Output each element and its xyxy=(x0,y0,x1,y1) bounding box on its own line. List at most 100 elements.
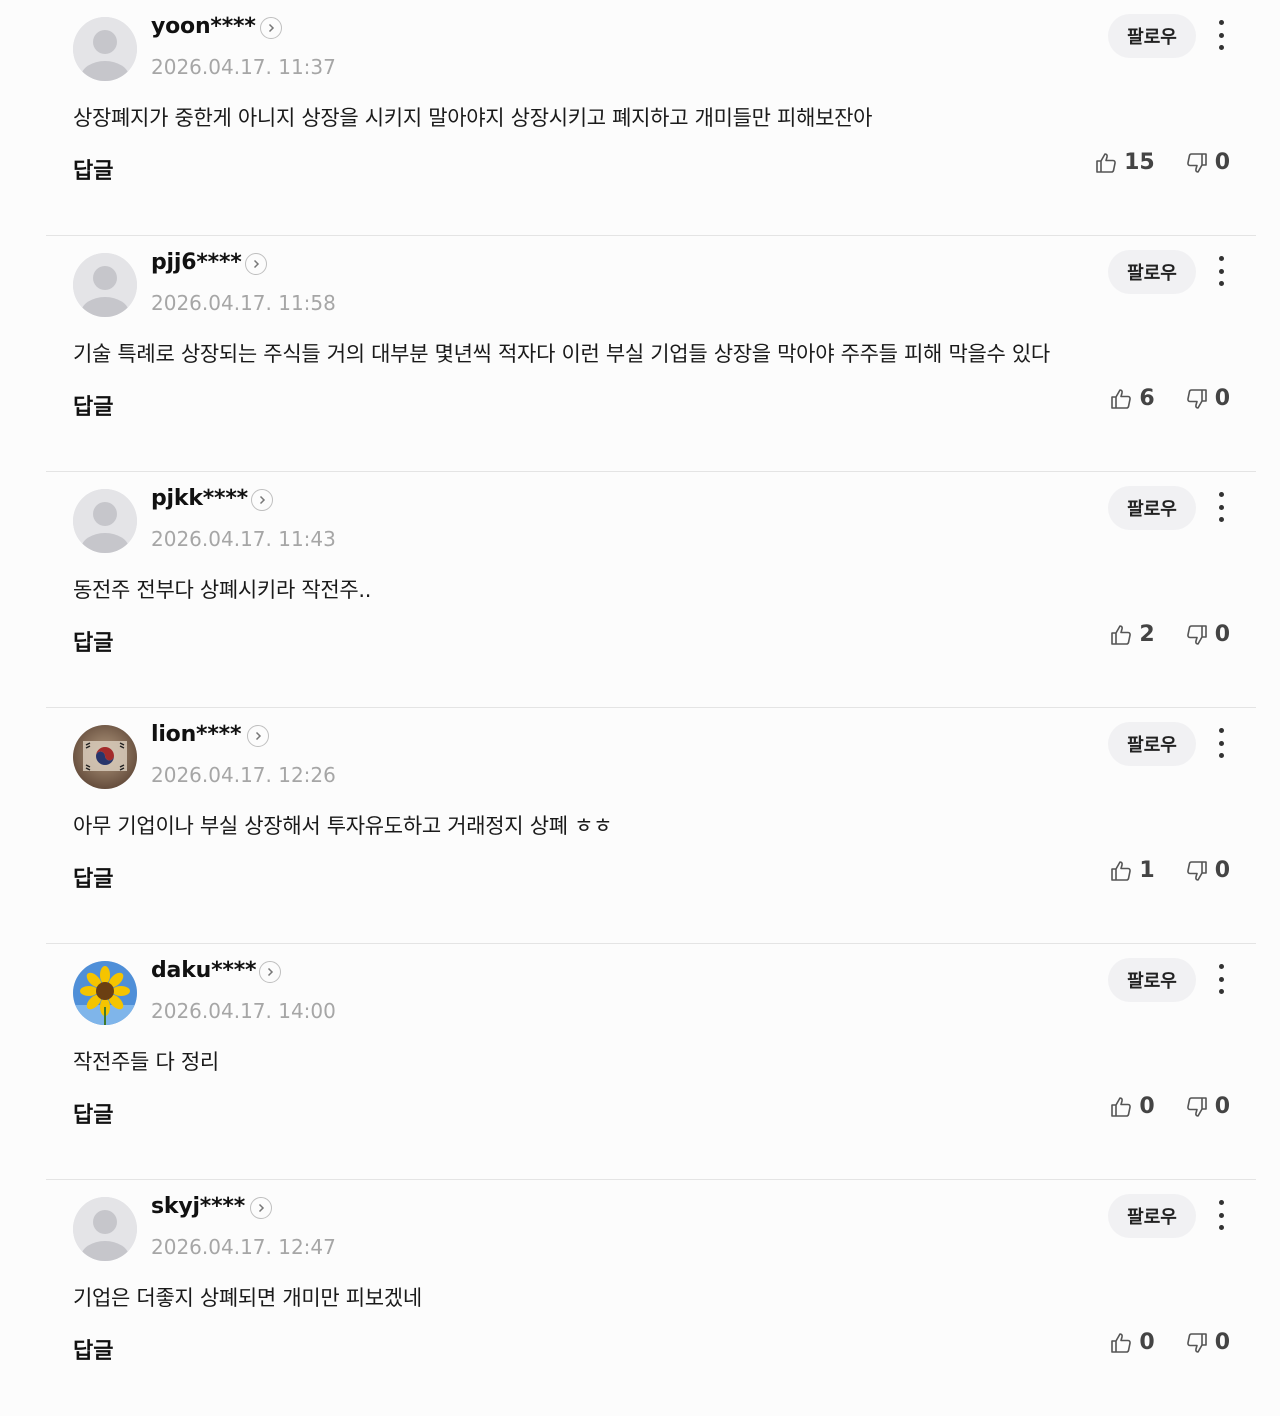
reply-button[interactable]: 답글 xyxy=(73,625,113,657)
thumbs-down-icon xyxy=(1186,860,1207,881)
comment-item: skyj**** 2026.04.17. 12:47 기업은 더좋지 상폐되면 … xyxy=(46,1180,1256,1416)
comment-username[interactable]: daku**** xyxy=(151,958,257,983)
chevron-right-icon[interactable] xyxy=(251,489,273,511)
comment-timestamp: 2026.04.17. 12:47 xyxy=(151,1235,336,1259)
vote-group: 15 0 xyxy=(1064,150,1230,175)
like-button[interactable]: 6 xyxy=(1109,386,1155,411)
reply-button[interactable]: 답글 xyxy=(73,1333,113,1365)
comment-item: daku**** 2026.04.17. 14:00 작전주들 다 정리 답글 … xyxy=(46,944,1256,1180)
comment-timestamp: 2026.04.17. 11:43 xyxy=(151,527,336,551)
thumbs-up-icon xyxy=(1111,624,1132,645)
more-options-icon[interactable] xyxy=(1212,727,1230,759)
dislike-button[interactable]: 0 xyxy=(1185,150,1230,175)
chevron-right-icon[interactable] xyxy=(247,725,269,747)
comment-username[interactable]: skyj**** xyxy=(151,1194,245,1219)
reply-button[interactable]: 답글 xyxy=(73,1097,113,1129)
sunflower-avatar-icon xyxy=(73,961,137,1025)
dislike-button[interactable]: 0 xyxy=(1185,1094,1230,1119)
follow-button[interactable]: 팔로우 xyxy=(1108,486,1196,530)
comment-timestamp: 2026.04.17. 12:26 xyxy=(151,763,336,787)
follow-button[interactable]: 팔로우 xyxy=(1108,722,1196,766)
comment-item: pjkk**** 2026.04.17. 11:43 동전주 전부다 상폐시키라… xyxy=(46,472,1256,708)
chevron-right-icon[interactable] xyxy=(245,253,267,275)
comment-item: yoon**** 2026.04.17. 11:37 상장폐지가 중한게 아니지… xyxy=(46,0,1256,236)
comment-username[interactable]: lion**** xyxy=(151,722,241,747)
dislike-button[interactable]: 0 xyxy=(1185,386,1230,411)
more-options-icon[interactable] xyxy=(1212,19,1230,51)
dislike-button[interactable]: 0 xyxy=(1185,858,1230,883)
thumbs-down-icon xyxy=(1186,1096,1207,1117)
follow-button[interactable]: 팔로우 xyxy=(1108,958,1196,1002)
avatar[interactable] xyxy=(73,253,137,317)
like-button[interactable]: 0 xyxy=(1109,1094,1155,1119)
dislike-count: 0 xyxy=(1214,622,1230,647)
comment-timestamp: 2026.04.17. 11:37 xyxy=(151,55,336,79)
dislike-count: 0 xyxy=(1214,150,1230,175)
thumbs-up-icon xyxy=(1111,388,1132,409)
comment-text: 동전주 전부다 상폐시키라 작전주.. xyxy=(73,578,372,602)
avatar[interactable] xyxy=(73,725,137,789)
reply-button[interactable]: 답글 xyxy=(73,153,113,185)
comment-item: pjj6**** 2026.04.17. 11:58 기술 특례로 상장되는 주… xyxy=(46,236,1256,472)
comment-username[interactable]: pjkk**** xyxy=(151,486,248,511)
comment-text: 기업은 더좋지 상폐되면 개미만 피보겠네 xyxy=(73,1286,422,1310)
comment-list: yoon**** 2026.04.17. 11:37 상장폐지가 중한게 아니지… xyxy=(46,0,1256,1416)
dislike-count: 0 xyxy=(1214,1330,1230,1355)
thumbs-up-icon xyxy=(1096,152,1116,173)
default-avatar-icon xyxy=(73,17,137,81)
avatar[interactable] xyxy=(73,961,137,1025)
avatar[interactable] xyxy=(73,489,137,553)
like-count: 1 xyxy=(1139,858,1155,883)
taegeukgi-avatar-icon xyxy=(73,725,137,789)
like-count: 0 xyxy=(1139,1094,1155,1119)
like-button[interactable]: 15 xyxy=(1094,150,1155,175)
comment-text: 작전주들 다 정리 xyxy=(73,1050,219,1074)
comment-text: 상장폐지가 중한게 아니지 상장을 시키지 말아야지 상장시키고 폐지하고 개미… xyxy=(73,106,873,130)
follow-button[interactable]: 팔로우 xyxy=(1108,250,1196,294)
dislike-count: 0 xyxy=(1214,1094,1230,1119)
thumbs-down-icon xyxy=(1186,624,1207,645)
like-button[interactable]: 1 xyxy=(1109,858,1155,883)
thumbs-up-icon xyxy=(1111,1332,1132,1353)
like-count: 0 xyxy=(1139,1330,1155,1355)
comment-username[interactable]: pjj6**** xyxy=(151,250,242,275)
reply-button[interactable]: 답글 xyxy=(73,861,113,893)
more-options-icon[interactable] xyxy=(1212,1199,1230,1231)
thumbs-down-icon xyxy=(1186,152,1207,173)
comment-username[interactable]: yoon**** xyxy=(151,14,256,39)
thumbs-down-icon xyxy=(1186,388,1207,409)
reply-button[interactable]: 답글 xyxy=(73,389,113,421)
thumbs-down-icon xyxy=(1186,1332,1207,1353)
comment-text: 기술 특례로 상장되는 주식들 거의 대부분 몇년씩 적자다 이런 부실 기업들… xyxy=(73,342,1050,366)
thumbs-up-icon xyxy=(1111,1096,1132,1117)
like-count: 6 xyxy=(1139,386,1155,411)
chevron-right-icon[interactable] xyxy=(260,17,282,39)
dislike-count: 0 xyxy=(1214,386,1230,411)
like-count: 15 xyxy=(1124,150,1155,175)
more-options-icon[interactable] xyxy=(1212,491,1230,523)
vote-group: 2 0 xyxy=(1079,622,1230,647)
thumbs-up-icon xyxy=(1111,860,1132,881)
dislike-button[interactable]: 0 xyxy=(1185,622,1230,647)
dislike-count: 0 xyxy=(1214,858,1230,883)
chevron-right-icon[interactable] xyxy=(250,1197,272,1219)
vote-group: 0 0 xyxy=(1079,1094,1230,1119)
comment-timestamp: 2026.04.17. 11:58 xyxy=(151,291,336,315)
default-avatar-icon xyxy=(73,253,137,317)
like-button[interactable]: 2 xyxy=(1109,622,1155,647)
more-options-icon[interactable] xyxy=(1212,963,1230,995)
like-button[interactable]: 0 xyxy=(1109,1330,1155,1355)
like-count: 2 xyxy=(1139,622,1155,647)
comment-item: lion**** 2026.04.17. 12:26 아무 기업이나 부실 상장… xyxy=(46,708,1256,944)
vote-group: 1 0 xyxy=(1079,858,1230,883)
chevron-right-icon[interactable] xyxy=(259,961,281,983)
comment-text: 아무 기업이나 부실 상장해서 투자유도하고 거래정지 상폐 ㅎㅎ xyxy=(73,814,613,838)
comment-timestamp: 2026.04.17. 14:00 xyxy=(151,999,336,1023)
follow-button[interactable]: 팔로우 xyxy=(1108,1194,1196,1238)
dislike-button[interactable]: 0 xyxy=(1185,1330,1230,1355)
vote-group: 6 0 xyxy=(1079,386,1230,411)
avatar[interactable] xyxy=(73,17,137,81)
more-options-icon[interactable] xyxy=(1212,255,1230,287)
follow-button[interactable]: 팔로우 xyxy=(1108,14,1196,58)
avatar[interactable] xyxy=(73,1197,137,1261)
